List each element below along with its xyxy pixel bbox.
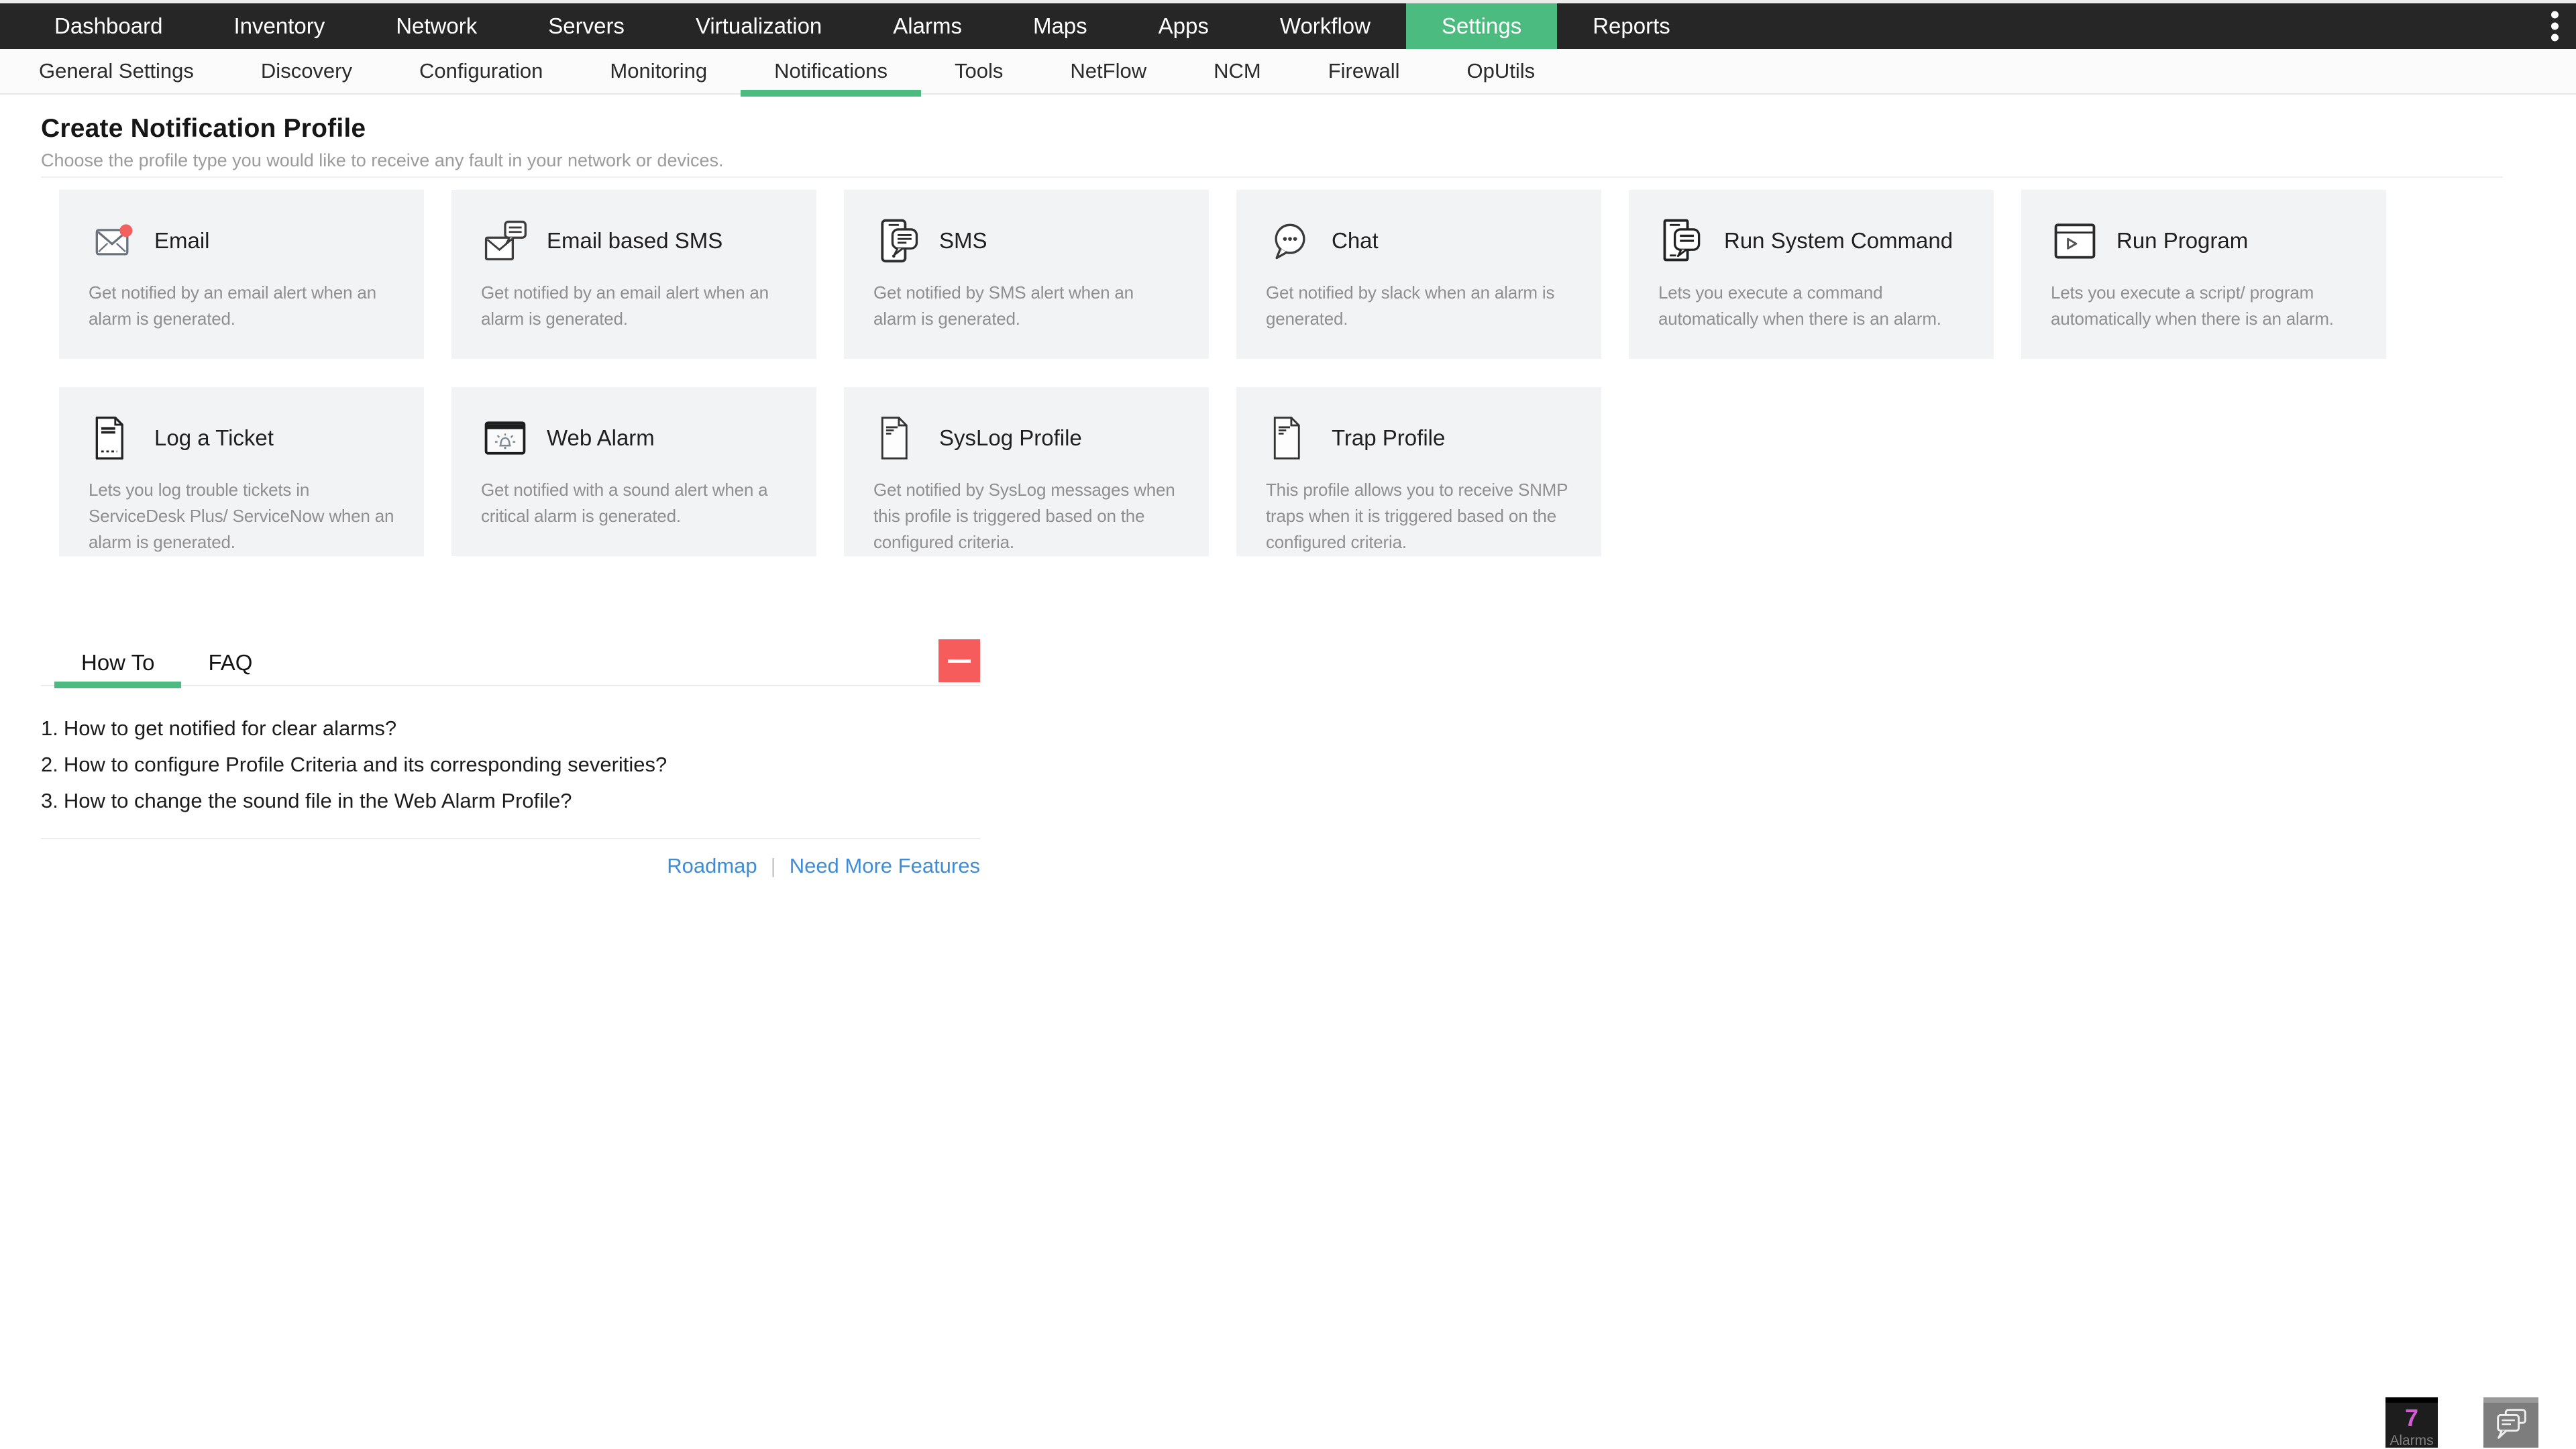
topnav-item-alarms[interactable]: Alarms xyxy=(857,3,998,49)
how-to-list: 1.How to get notified for clear alarms? … xyxy=(41,716,980,814)
profile-card-title: Run Program xyxy=(2116,228,2248,254)
page-title: Create Notification Profile xyxy=(41,114,2576,144)
run-program-icon xyxy=(2051,217,2099,265)
profile-card-description: Get notified by an email alert when an a… xyxy=(481,280,787,332)
topnav-item-reports[interactable]: Reports xyxy=(1557,3,1706,49)
profile-card-syslog-profile[interactable]: SysLog Profile Get notified by SysLog me… xyxy=(844,387,1209,556)
subnav-item-discovery[interactable]: Discovery xyxy=(227,49,386,93)
topnav-item-apps[interactable]: Apps xyxy=(1123,3,1244,49)
how-to-item[interactable]: 3. How to change the sound file in the We… xyxy=(41,788,980,814)
profile-card-title: Chat xyxy=(1332,228,1379,254)
subnav-item-label: Notifications xyxy=(774,59,888,83)
list-text: How to change the sound file in the Web … xyxy=(64,789,572,812)
profile-card-title: SysLog Profile xyxy=(939,425,1082,451)
subnav-item-configuration[interactable]: Configuration xyxy=(386,49,576,93)
alarm-count-label: Alarms xyxy=(2385,1433,2438,1449)
top-navigation: Dashboard Inventory Network Servers Virt… xyxy=(0,3,2576,49)
subnav-item-tools[interactable]: Tools xyxy=(921,49,1036,93)
list-text: How to get notified for clear alarms? xyxy=(64,716,396,740)
topnav-item-workflow[interactable]: Workflow xyxy=(1244,3,1406,49)
profile-card-log-a-ticket[interactable]: Log a Ticket Lets you log trouble ticket… xyxy=(59,387,424,556)
profile-card-chat[interactable]: Chat Get notified by slack when an alarm… xyxy=(1236,190,1601,359)
email-icon xyxy=(89,217,137,265)
how-to-item[interactable]: 1.How to get notified for clear alarms? xyxy=(41,716,980,741)
profile-card-description: Lets you execute a command automatically… xyxy=(1658,280,1964,332)
tab-label: How To xyxy=(81,650,154,675)
subnav-item-netflow[interactable]: NetFlow xyxy=(1036,49,1180,93)
main-content: Create Notification Profile Choose the p… xyxy=(0,95,2576,878)
tab-faq[interactable]: FAQ xyxy=(181,642,279,685)
profile-card-description: Get notified by an email alert when an a… xyxy=(89,280,394,332)
profile-card-sms[interactable]: SMS Get notified by SMS alert when an al… xyxy=(844,190,1209,359)
kebab-menu-icon[interactable] xyxy=(2548,9,2561,44)
profile-card-trap-profile[interactable]: Trap Profile This profile allows you to … xyxy=(1236,387,1601,556)
alarm-count: 7 xyxy=(2385,1404,2438,1432)
profile-card-description: Get notified with a sound alert when a c… xyxy=(481,477,787,529)
profile-card-web-alarm[interactable]: Web Alarm Get notified with a sound aler… xyxy=(451,387,816,556)
help-panel: How To FAQ 1.How to get notified for cle… xyxy=(41,642,980,878)
profile-card-title: Log a Ticket xyxy=(154,425,274,451)
trap-profile-icon xyxy=(1266,414,1314,462)
subnav-item-notifications[interactable]: Notifications xyxy=(741,49,921,93)
active-tab-underline xyxy=(741,90,921,97)
settings-sub-navigation: General Settings Discovery Configuration… xyxy=(0,49,2576,95)
subnav-item-general-settings[interactable]: General Settings xyxy=(5,49,227,93)
topnav-item-servers[interactable]: Servers xyxy=(513,3,660,49)
syslog-profile-icon xyxy=(873,414,922,462)
profile-card-email-based-sms[interactable]: Email based SMS Get notified by an email… xyxy=(451,190,816,359)
profile-card-run-system-command[interactable]: Run System Command Lets you execute a co… xyxy=(1629,190,1994,359)
tab-how-to[interactable]: How To xyxy=(54,642,181,685)
minus-icon xyxy=(948,659,971,663)
profile-card-description: Get notified by SysLog messages when thi… xyxy=(873,477,1179,555)
chat-bubbles-icon xyxy=(2491,1405,2530,1444)
link-separator: | xyxy=(771,854,776,877)
topnav-item-dashboard[interactable]: Dashboard xyxy=(19,3,198,49)
topnav-item-maps[interactable]: Maps xyxy=(998,3,1123,49)
profile-card-title: Trap Profile xyxy=(1332,425,1445,451)
subnav-item-firewall[interactable]: Firewall xyxy=(1295,49,1434,93)
list-text: How to configure Profile Criteria and it… xyxy=(64,753,667,776)
profile-card-email[interactable]: Email Get notified by an email alert whe… xyxy=(59,190,424,359)
profile-card-title: Run System Command xyxy=(1724,228,1953,254)
header-divider xyxy=(41,176,2503,178)
profile-card-title: Email xyxy=(154,228,210,254)
alarms-badge[interactable]: 7 Alarms xyxy=(2385,1397,2438,1448)
how-to-item[interactable]: 2. How to configure Profile Criteria and … xyxy=(41,752,980,777)
list-number: 1. xyxy=(41,716,58,740)
log-a-ticket-icon xyxy=(89,414,137,462)
profile-card-description: This profile allows you to receive SNMP … xyxy=(1266,477,1572,555)
help-panel-divider xyxy=(41,838,980,839)
profile-card-description: Get notified by SMS alert when an alarm … xyxy=(873,280,1179,332)
profile-card-title: SMS xyxy=(939,228,987,254)
list-number: 3. xyxy=(41,789,58,812)
profile-card-description: Lets you log trouble tickets in ServiceD… xyxy=(89,477,394,555)
help-tab-bar: How To FAQ xyxy=(41,642,980,686)
subnav-item-oputils[interactable]: OpUtils xyxy=(1434,49,1569,93)
page-subtitle: Choose the profile type you would like t… xyxy=(41,150,2576,171)
profile-card-grid: Email Get notified by an email alert whe… xyxy=(59,190,2576,556)
topnav-item-settings[interactable]: Settings xyxy=(1406,3,1557,49)
sms-icon xyxy=(873,217,922,265)
feedback-chat-badge[interactable] xyxy=(2483,1397,2538,1448)
collapse-panel-button[interactable] xyxy=(938,639,980,682)
subnav-item-monitoring[interactable]: Monitoring xyxy=(576,49,741,93)
active-tab-underline xyxy=(54,682,181,688)
roadmap-link[interactable]: Roadmap xyxy=(667,854,757,877)
run-system-command-icon xyxy=(1658,217,1707,265)
help-links: Roadmap | Need More Features xyxy=(41,854,980,878)
profile-card-description: Lets you execute a script/ program autom… xyxy=(2051,280,2357,332)
topnav-item-inventory[interactable]: Inventory xyxy=(198,3,360,49)
subnav-item-ncm[interactable]: NCM xyxy=(1180,49,1295,93)
topnav-item-virtualization[interactable]: Virtualization xyxy=(660,3,857,49)
email-based-sms-icon xyxy=(481,217,529,265)
topnav-item-network[interactable]: Network xyxy=(360,3,513,49)
profile-card-description: Get notified by slack when an alarm is g… xyxy=(1266,280,1572,332)
profile-card-title: Email based SMS xyxy=(547,228,722,254)
chat-icon xyxy=(1266,217,1314,265)
profile-card-run-program[interactable]: Run Program Lets you execute a script/ p… xyxy=(2021,190,2386,359)
profile-card-title: Web Alarm xyxy=(547,425,655,451)
list-number: 2. xyxy=(41,753,58,776)
web-alarm-icon xyxy=(481,414,529,462)
need-more-features-link[interactable]: Need More Features xyxy=(790,854,980,877)
